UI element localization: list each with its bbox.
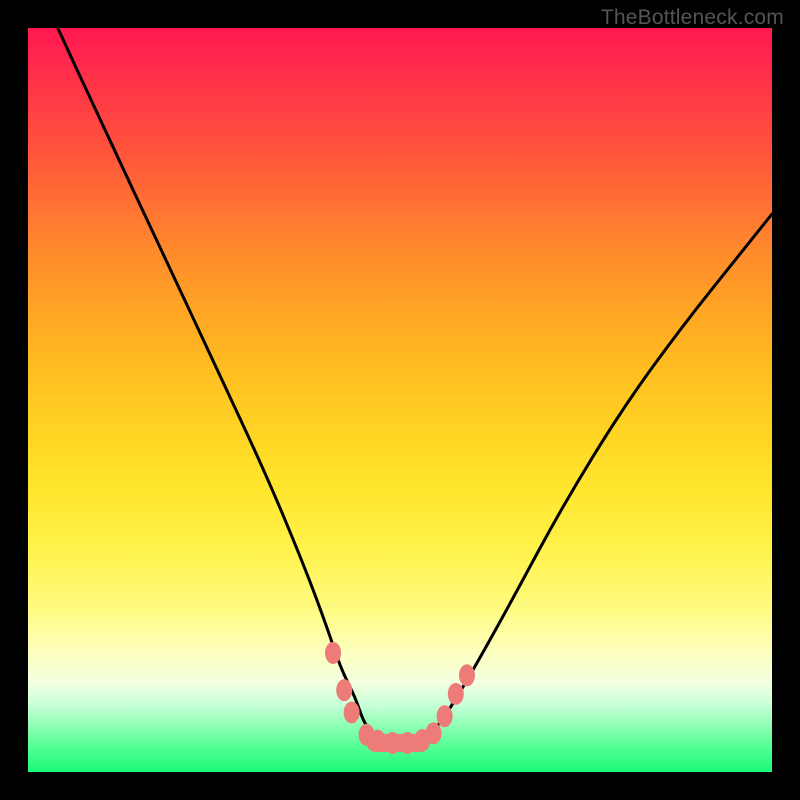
plot-area [28, 28, 772, 772]
gradient-background [28, 28, 772, 772]
watermark-text: TheBottleneck.com [601, 6, 784, 30]
chart-frame: TheBottleneck.com [0, 0, 800, 800]
